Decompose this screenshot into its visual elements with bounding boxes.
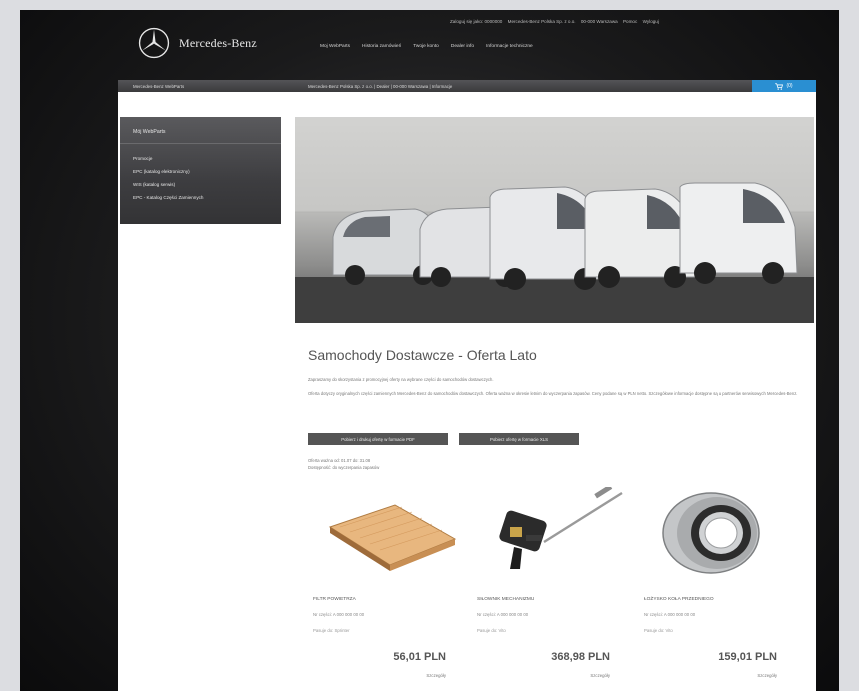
nav-my-webparts[interactable]: Moj WebParts xyxy=(320,44,350,49)
utility-link-address[interactable]: 00-000 Warszawa xyxy=(581,19,618,24)
actuator-image xyxy=(499,487,623,569)
sidebar-title: Mój WebParts xyxy=(120,117,281,144)
product-details-link[interactable]: Szczegóły xyxy=(426,673,446,678)
utility-link-help[interactable]: Pomoc xyxy=(623,19,637,24)
product-note: Pasuje do: Vito xyxy=(477,628,506,633)
brand-logo[interactable]: Mercedes-Benz xyxy=(137,26,257,60)
product-price: 368,98 PLN xyxy=(551,651,610,663)
strip-left-text: Mercedes-Benz WebParts xyxy=(133,83,185,89)
sidebar-item-wis[interactable]: WIS (katalog serwis) xyxy=(120,178,281,191)
product-card[interactable]: SIŁOWNIK MECHANIZMU Nr części: A 000 000… xyxy=(474,487,624,691)
nav-order-history[interactable]: Historia zamówień xyxy=(362,44,401,49)
product-price: 159,01 PLN xyxy=(718,651,777,663)
product-card[interactable]: ŁOŻYSKO KOŁA PRZEDNIEGO Nr części: A 000… xyxy=(641,487,791,691)
product-code: Nr części: A 000 000 00 00 xyxy=(313,612,365,617)
website-frame: Mercedes-Benz Zaloguj się jako: 0000000 … xyxy=(20,10,839,691)
cart-count: (0) xyxy=(786,83,793,89)
sidebar-item-epc-catalog[interactable]: EPC - Katalog Części Zamiennych xyxy=(120,191,281,204)
vans-illustration xyxy=(295,117,814,323)
utility-link-user[interactable]: Zaloguj się jako: 0000000 xyxy=(450,19,502,24)
hero-image-vans xyxy=(295,117,814,323)
download-pdf-button[interactable]: Pobierz i drukuj ofertę w formacie PDF xyxy=(308,433,448,445)
product-name[interactable]: SIŁOWNIK MECHANIZMU xyxy=(477,597,534,602)
cart-button[interactable]: (0) xyxy=(752,80,816,92)
offer-dates-line2: Dostępność: do wyczerpania zapasów xyxy=(308,464,380,470)
description-text: Oferta dotyczy oryginalnych części zamie… xyxy=(308,391,798,396)
offer-dates-line1: Oferta ważna od: 01.07 do: 31.08 xyxy=(308,458,371,463)
info-strip: Mercedes-Benz WebParts Mercedes-Benz Pol… xyxy=(118,80,816,92)
utility-link-logout[interactable]: Wyloguj xyxy=(643,19,659,24)
nav-tech-info[interactable]: Informacje techniczne xyxy=(486,44,533,49)
product-code: Nr części: A 000 000 00 00 xyxy=(477,612,529,617)
product-note: Pasuje do: Vito xyxy=(644,628,673,633)
product-code: Nr części: A 000 000 00 00 xyxy=(644,612,696,617)
download-xls-button[interactable]: Pobierz ofertę w formacie XLS xyxy=(459,433,579,445)
nav-account[interactable]: Twoje konto xyxy=(413,44,439,49)
sidebar-item-promotions[interactable]: Promocje xyxy=(120,152,281,165)
wheel-bearing-image xyxy=(662,492,760,574)
utility-link-company[interactable]: Mercedes-Benz Polska Sp. z o.o. xyxy=(508,19,576,24)
product-note: Pasuje do: Sprinter xyxy=(313,628,350,633)
product-name[interactable]: FILTR POWIETRZA xyxy=(313,597,356,602)
page-title: Samochody Dostawcze - Oferta Lato xyxy=(308,347,537,363)
product-details-link[interactable]: Szczegóły xyxy=(757,673,777,678)
nav-dealer-info[interactable]: Dealer info xyxy=(451,44,474,49)
product-name[interactable]: ŁOŻYSKO KOŁA PRZEDNIEGO xyxy=(644,597,714,602)
product-details-link[interactable]: Szczegóły xyxy=(590,673,610,678)
intro-text: Zapraszamy do skorzystania z promocyjnej… xyxy=(308,377,494,382)
product-price: 56,01 PLN xyxy=(393,651,446,663)
main-content: Mój WebParts Promocje EPC (katalog elekt… xyxy=(118,92,816,691)
air-filter-image xyxy=(328,504,457,571)
product-card[interactable]: FILTR POWIETRZA Nr części: A 000 000 00 … xyxy=(310,487,460,691)
sidebar: Mój WebParts Promocje EPC (katalog elekt… xyxy=(120,117,281,224)
offer-dates: Oferta ważna od: 01.07 do: 31.08 Dostępn… xyxy=(308,458,379,471)
main-navigation: Moj WebParts Historia zamówień Twoje kon… xyxy=(320,44,533,49)
brand-name: Mercedes-Benz xyxy=(179,35,257,50)
utility-links: Zaloguj się jako: 0000000 Mercedes-Benz … xyxy=(450,19,663,24)
sidebar-item-epc[interactable]: EPC (katalog elektroniczny) xyxy=(120,165,281,178)
cart-icon xyxy=(775,82,784,90)
mercedes-star-icon xyxy=(138,27,170,59)
strip-middle-text: Mercedes-Benz Polska Sp. z o.o. | Dealer… xyxy=(308,83,453,89)
